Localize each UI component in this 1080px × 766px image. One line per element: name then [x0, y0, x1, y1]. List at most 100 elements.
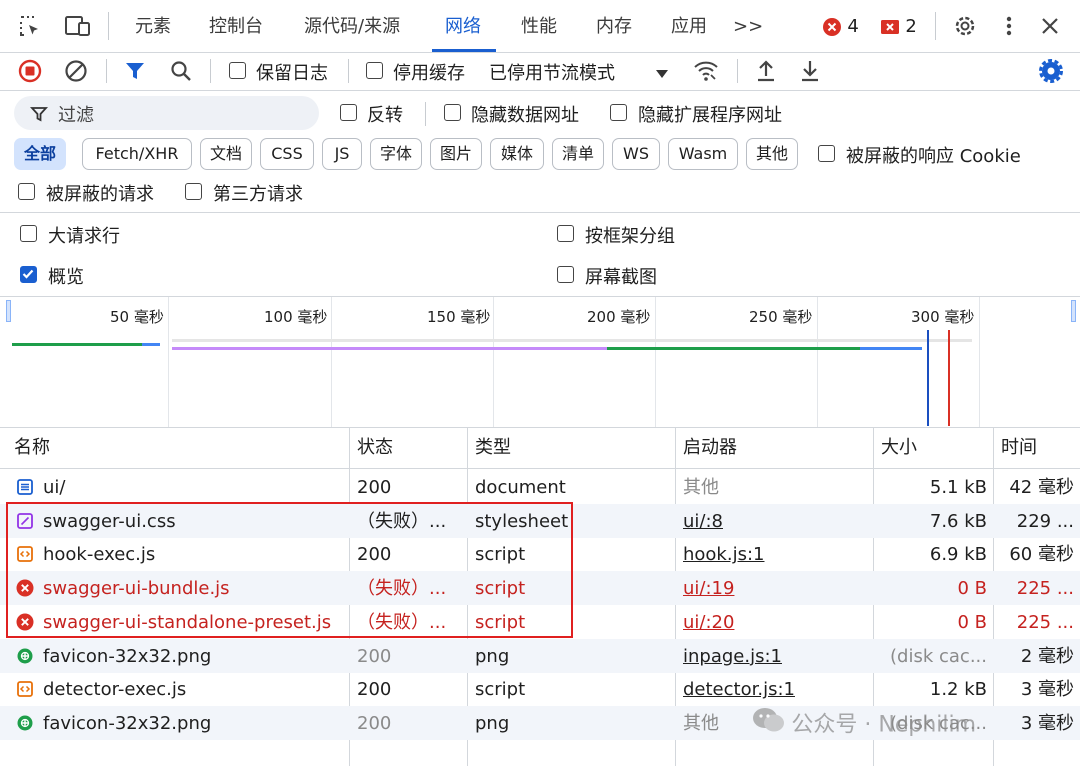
- table-row[interactable]: ui/200 document 其他 5.1 kB 42 毫秒: [0, 470, 1080, 504]
- timeline-bar-script-receive: [860, 347, 922, 350]
- request-initiator[interactable]: ui/:19: [683, 571, 869, 605]
- third-party-label[interactable]: 第三方请求: [213, 180, 303, 206]
- more-tabs-button[interactable]: >>: [733, 0, 763, 52]
- request-name[interactable]: favicon-32x32.png: [43, 706, 345, 740]
- failed-requests-highlight-box: [6, 502, 573, 638]
- export-har-icon[interactable]: [799, 58, 821, 84]
- network-toolbar: 保留日志 停用缓存 已停用节流模式: [0, 52, 1080, 90]
- timeline-tick: 100 毫秒: [264, 308, 328, 326]
- request-initiator[interactable]: hook.js:1: [683, 537, 869, 571]
- invert-label[interactable]: 反转: [367, 101, 403, 127]
- network-conditions-icon[interactable]: [692, 58, 720, 84]
- column-header-name[interactable]: 名称: [14, 428, 50, 468]
- timeline-tick: 300 毫秒: [911, 308, 975, 326]
- request-time: 3 毫秒: [1020, 712, 1074, 734]
- timeline-left-handle[interactable]: [6, 300, 11, 322]
- disable-cache-checkbox[interactable]: [366, 62, 383, 79]
- timeline-bar-stylesheet-queue: [172, 339, 972, 342]
- filter-type-fetch-xhr[interactable]: Fetch/XHR: [82, 138, 192, 170]
- filter-type-manifest[interactable]: 清单: [552, 138, 604, 170]
- settings-gear-icon[interactable]: [952, 13, 978, 39]
- timeline-bar-script: [607, 347, 860, 350]
- table-row[interactable]: favicon-32x32.png 200 png inpage.js:1 (disk …: [0, 638, 1080, 673]
- clear-icon[interactable]: [64, 59, 88, 83]
- request-type: png: [475, 712, 510, 734]
- group-by-frame-label[interactable]: 按框架分组: [585, 222, 675, 248]
- tab-performance[interactable]: 性能: [521, 0, 557, 52]
- filter-type-all[interactable]: 全部: [14, 138, 66, 170]
- request-name[interactable]: favicon-32x32.png: [43, 639, 345, 673]
- filter-type-img[interactable]: 图片: [430, 138, 482, 170]
- request-initiator[interactable]: ui/:20: [683, 605, 869, 639]
- overview-label[interactable]: 概览: [48, 263, 84, 289]
- preserve-log-checkbox[interactable]: [229, 62, 246, 79]
- screenshots-checkbox[interactable]: [557, 266, 574, 283]
- network-settings-gear-icon[interactable]: [1038, 58, 1064, 84]
- close-devtools-icon[interactable]: [1040, 16, 1060, 36]
- big-request-rows-label[interactable]: 大请求行: [48, 222, 120, 248]
- search-icon[interactable]: [169, 59, 193, 83]
- filter-type-media[interactable]: 媒体: [490, 138, 544, 170]
- filter-type-wasm[interactable]: Wasm: [668, 138, 738, 170]
- table-row[interactable]: detector-exec.js 200 script detector.js:1 1.…: [0, 672, 1080, 706]
- device-toggle-icon[interactable]: [64, 14, 92, 38]
- more-options-icon[interactable]: [1004, 14, 1014, 38]
- hide-extension-urls-checkbox[interactable]: [610, 104, 627, 121]
- disable-cache-label[interactable]: 停用缓存: [393, 59, 465, 85]
- timeline-tick: 50 毫秒: [110, 308, 164, 326]
- column-header-status[interactable]: 状态: [357, 428, 393, 468]
- tab-elements[interactable]: 元素: [135, 0, 171, 52]
- request-type: script: [475, 679, 526, 701]
- script-icon: [16, 680, 34, 698]
- blocked-requests-checkbox[interactable]: [18, 183, 35, 200]
- error-count-badge[interactable]: 4: [822, 16, 859, 38]
- image-icon: [16, 714, 34, 732]
- column-header-type[interactable]: 类型: [475, 428, 511, 468]
- filter-type-css[interactable]: CSS: [260, 138, 314, 170]
- timeline-right-handle[interactable]: [1071, 300, 1076, 322]
- inspect-element-icon[interactable]: [18, 14, 42, 38]
- blocked-response-cookies-label[interactable]: 被屏蔽的响应 Cookie: [846, 142, 1021, 168]
- invert-checkbox[interactable]: [340, 104, 357, 121]
- overview-checkbox[interactable]: [20, 266, 37, 283]
- request-time: 225 ...: [1016, 611, 1074, 633]
- blocked-response-cookies-checkbox[interactable]: [818, 145, 835, 162]
- chevron-down-icon[interactable]: [655, 65, 669, 78]
- watermark-text: 公众号 · Nephilim: [791, 712, 977, 738]
- filter-type-ws[interactable]: WS: [612, 138, 660, 170]
- request-initiator[interactable]: inpage.js:1: [683, 639, 869, 673]
- request-size: 0 B: [957, 578, 987, 600]
- tab-application[interactable]: 应用: [671, 0, 707, 52]
- timeline-bar-document: [12, 343, 142, 346]
- big-request-rows-checkbox[interactable]: [20, 225, 37, 242]
- third-party-checkbox[interactable]: [185, 183, 202, 200]
- column-header-size[interactable]: 大小: [881, 428, 917, 468]
- tab-console[interactable]: 控制台: [209, 0, 263, 52]
- hide-data-urls-label[interactable]: 隐藏数据网址: [471, 101, 579, 127]
- preserve-log-label[interactable]: 保留日志: [256, 59, 328, 85]
- tab-memory[interactable]: 内存: [596, 0, 632, 52]
- request-initiator[interactable]: detector.js:1: [683, 672, 869, 706]
- request-initiator[interactable]: ui/:8: [683, 504, 869, 538]
- record-stop-icon[interactable]: [18, 59, 42, 83]
- warning-count-badge[interactable]: 2: [880, 16, 917, 38]
- request-name[interactable]: ui/: [43, 470, 345, 504]
- import-har-icon[interactable]: [755, 58, 777, 84]
- hide-extension-urls-label[interactable]: 隐藏扩展程序网址: [638, 101, 782, 127]
- column-header-time[interactable]: 时间: [1001, 428, 1037, 468]
- column-header-initiator[interactable]: 启动器: [683, 428, 737, 468]
- filter-type-js[interactable]: JS: [322, 138, 362, 170]
- filter-funnel-icon[interactable]: [124, 60, 146, 82]
- filter-type-font[interactable]: 字体: [370, 138, 422, 170]
- group-by-frame-checkbox[interactable]: [557, 225, 574, 242]
- tab-network[interactable]: 网络: [445, 0, 481, 52]
- blocked-requests-label[interactable]: 被屏蔽的请求: [46, 180, 154, 206]
- tab-sources[interactable]: 源代码/来源: [304, 0, 400, 52]
- screenshots-label[interactable]: 屏幕截图: [585, 263, 657, 289]
- filter-input[interactable]: 过滤: [14, 96, 319, 130]
- throttle-select[interactable]: 已停用节流模式: [489, 59, 615, 85]
- hide-data-urls-checkbox[interactable]: [444, 104, 461, 121]
- filter-type-doc[interactable]: 文档: [200, 138, 252, 170]
- filter-type-other[interactable]: 其他: [746, 138, 798, 170]
- request-name[interactable]: detector-exec.js: [43, 672, 345, 706]
